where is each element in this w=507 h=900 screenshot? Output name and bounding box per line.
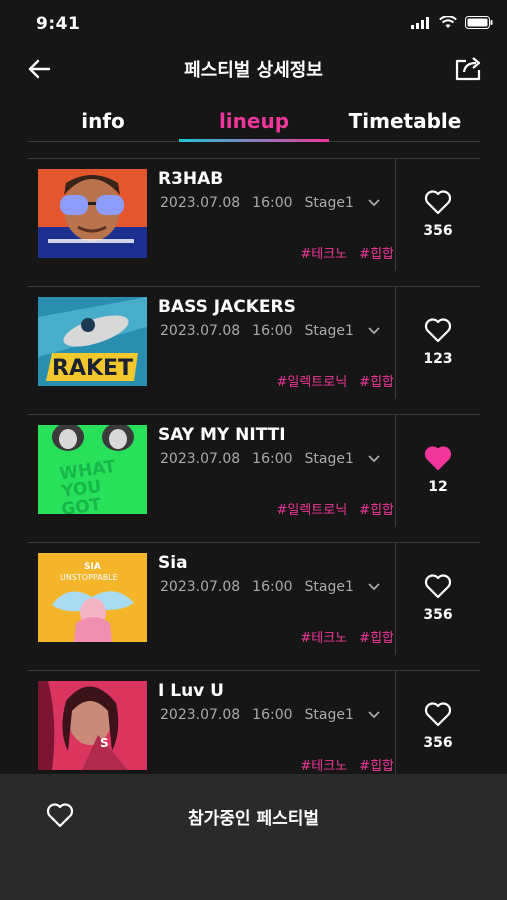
bottom-bar: 참가중인 페스티벌: [0, 774, 507, 900]
genre-tag[interactable]: #테크노: [300, 243, 347, 262]
tab-bar: info lineup Timetable: [28, 100, 480, 142]
like-count: 12: [428, 479, 448, 495]
artist-name: I Luv U: [158, 681, 224, 701]
lineup-item[interactable]: R3HAB 2023.07.08 16:00 Stage1 #테크노 #힙합 3…: [28, 158, 480, 286]
performance-time: 16:00: [252, 195, 293, 211]
performance-info: 2023.07.08 16:00 Stage1: [160, 579, 380, 595]
like-button[interactable]: 12: [396, 415, 480, 527]
genre-tag[interactable]: #힙합: [359, 243, 394, 262]
genre-tag[interactable]: #일렉트로닉: [276, 499, 347, 518]
performance-date: 2023.07.08: [160, 451, 241, 467]
performance-stage: Stage1: [304, 707, 354, 723]
svg-text:SIA: SIA: [84, 562, 101, 572]
page-title: 페스티벌 상세정보: [184, 60, 323, 81]
like-button[interactable]: 123: [396, 287, 480, 399]
lineup-item[interactable]: S I Luv U 2023.07.08 16:00 Stage1 #테크노 #…: [28, 670, 480, 774]
wifi-icon: [439, 16, 457, 28]
performance-time: 16:00: [252, 579, 293, 595]
artist-name: R3HAB: [158, 169, 224, 189]
performance-stage: Stage1: [304, 195, 354, 211]
heart-filled-icon: [424, 446, 452, 471]
heart-icon: [424, 574, 452, 599]
album-cover: WHAT YOU GOT: [38, 425, 147, 514]
genre-tags: #테크노 #힙합: [300, 755, 394, 774]
status-icons: [411, 16, 493, 29]
chevron-down-icon[interactable]: [368, 711, 380, 719]
genre-tag[interactable]: #힙합: [359, 627, 394, 646]
like-count: 356: [423, 223, 453, 239]
header: 페스티벌 상세정보: [0, 48, 507, 90]
lineup-item[interactable]: SIA UNSTOPPABLE Sia 2023.07.08 16:00 Sta…: [28, 542, 480, 670]
genre-tags: #테크노 #힙합: [300, 627, 394, 646]
performance-info: 2023.07.08 16:00 Stage1: [160, 707, 380, 723]
performance-date: 2023.07.08: [160, 707, 241, 723]
battery-icon: [465, 16, 493, 29]
performance-date: 2023.07.08: [160, 195, 241, 211]
genre-tag[interactable]: #힙합: [359, 499, 394, 518]
svg-text:S: S: [100, 736, 109, 750]
signal-icon: [411, 16, 429, 29]
album-cover: [38, 169, 147, 258]
share-button[interactable]: [453, 52, 485, 84]
svg-text:RAKET: RAKET: [52, 356, 133, 381]
chevron-down-icon[interactable]: [368, 583, 380, 591]
heart-icon: [424, 318, 452, 343]
performance-stage: Stage1: [304, 579, 354, 595]
performance-info: 2023.07.08 16:00 Stage1: [160, 451, 380, 467]
performance-time: 16:00: [252, 451, 293, 467]
genre-tags: #일렉트로닉 #힙합: [276, 499, 394, 518]
chevron-down-icon[interactable]: [368, 199, 380, 207]
performance-time: 16:00: [252, 707, 293, 723]
album-cover: RAKET: [38, 297, 147, 386]
performance-time: 16:00: [252, 323, 293, 339]
status-bar: 9:41: [0, 0, 507, 48]
heart-icon: [424, 702, 452, 727]
active-tab-indicator: [179, 139, 329, 142]
share-icon: [455, 57, 481, 81]
artist-name: Sia: [158, 553, 188, 573]
like-button[interactable]: 356: [396, 159, 480, 271]
album-cover: SIA UNSTOPPABLE: [38, 553, 147, 642]
performance-stage: Stage1: [304, 323, 354, 339]
genre-tag[interactable]: #테크노: [300, 755, 347, 774]
tab-timetable[interactable]: Timetable: [330, 100, 480, 142]
svg-text:UNSTOPPABLE: UNSTOPPABLE: [60, 573, 118, 582]
like-count: 356: [423, 607, 453, 623]
performance-info: 2023.07.08 16:00 Stage1: [160, 323, 380, 339]
chevron-down-icon[interactable]: [368, 455, 380, 463]
genre-tag[interactable]: #힙합: [359, 371, 394, 390]
like-button[interactable]: 356: [396, 543, 480, 655]
like-count: 356: [423, 735, 453, 751]
like-count: 123: [423, 351, 453, 367]
album-cover: S: [38, 681, 147, 770]
chevron-down-icon[interactable]: [368, 327, 380, 335]
genre-tags: #테크노 #힙합: [300, 243, 394, 262]
like-button[interactable]: 356: [396, 671, 480, 774]
tab-info[interactable]: info: [28, 100, 178, 142]
artist-name: SAY MY NITTI: [158, 425, 286, 445]
genre-tags: #일렉트로닉 #힙합: [276, 371, 394, 390]
lineup-item[interactable]: RAKET BASS JACKERS 2023.07.08 16:00 Stag…: [28, 286, 480, 414]
tab-lineup[interactable]: lineup: [179, 100, 329, 142]
performance-date: 2023.07.08: [160, 323, 241, 339]
performance-date: 2023.07.08: [160, 579, 241, 595]
heart-icon: [424, 190, 452, 215]
genre-tag[interactable]: #일렉트로닉: [276, 371, 347, 390]
lineup-item[interactable]: WHAT YOU GOT SAY MY NITTI 2023.07.08 16:…: [28, 414, 480, 542]
artist-name: BASS JACKERS: [158, 297, 296, 317]
performance-stage: Stage1: [304, 451, 354, 467]
performance-info: 2023.07.08 16:00 Stage1: [160, 195, 380, 211]
status-time: 9:41: [36, 14, 81, 34]
lineup-list: R3HAB 2023.07.08 16:00 Stage1 #테크노 #힙합 3…: [28, 158, 480, 774]
joined-festival-button[interactable]: 참가중인 페스티벌: [0, 804, 507, 829]
genre-tag[interactable]: #테크노: [300, 627, 347, 646]
genre-tag[interactable]: #힙합: [359, 755, 394, 774]
